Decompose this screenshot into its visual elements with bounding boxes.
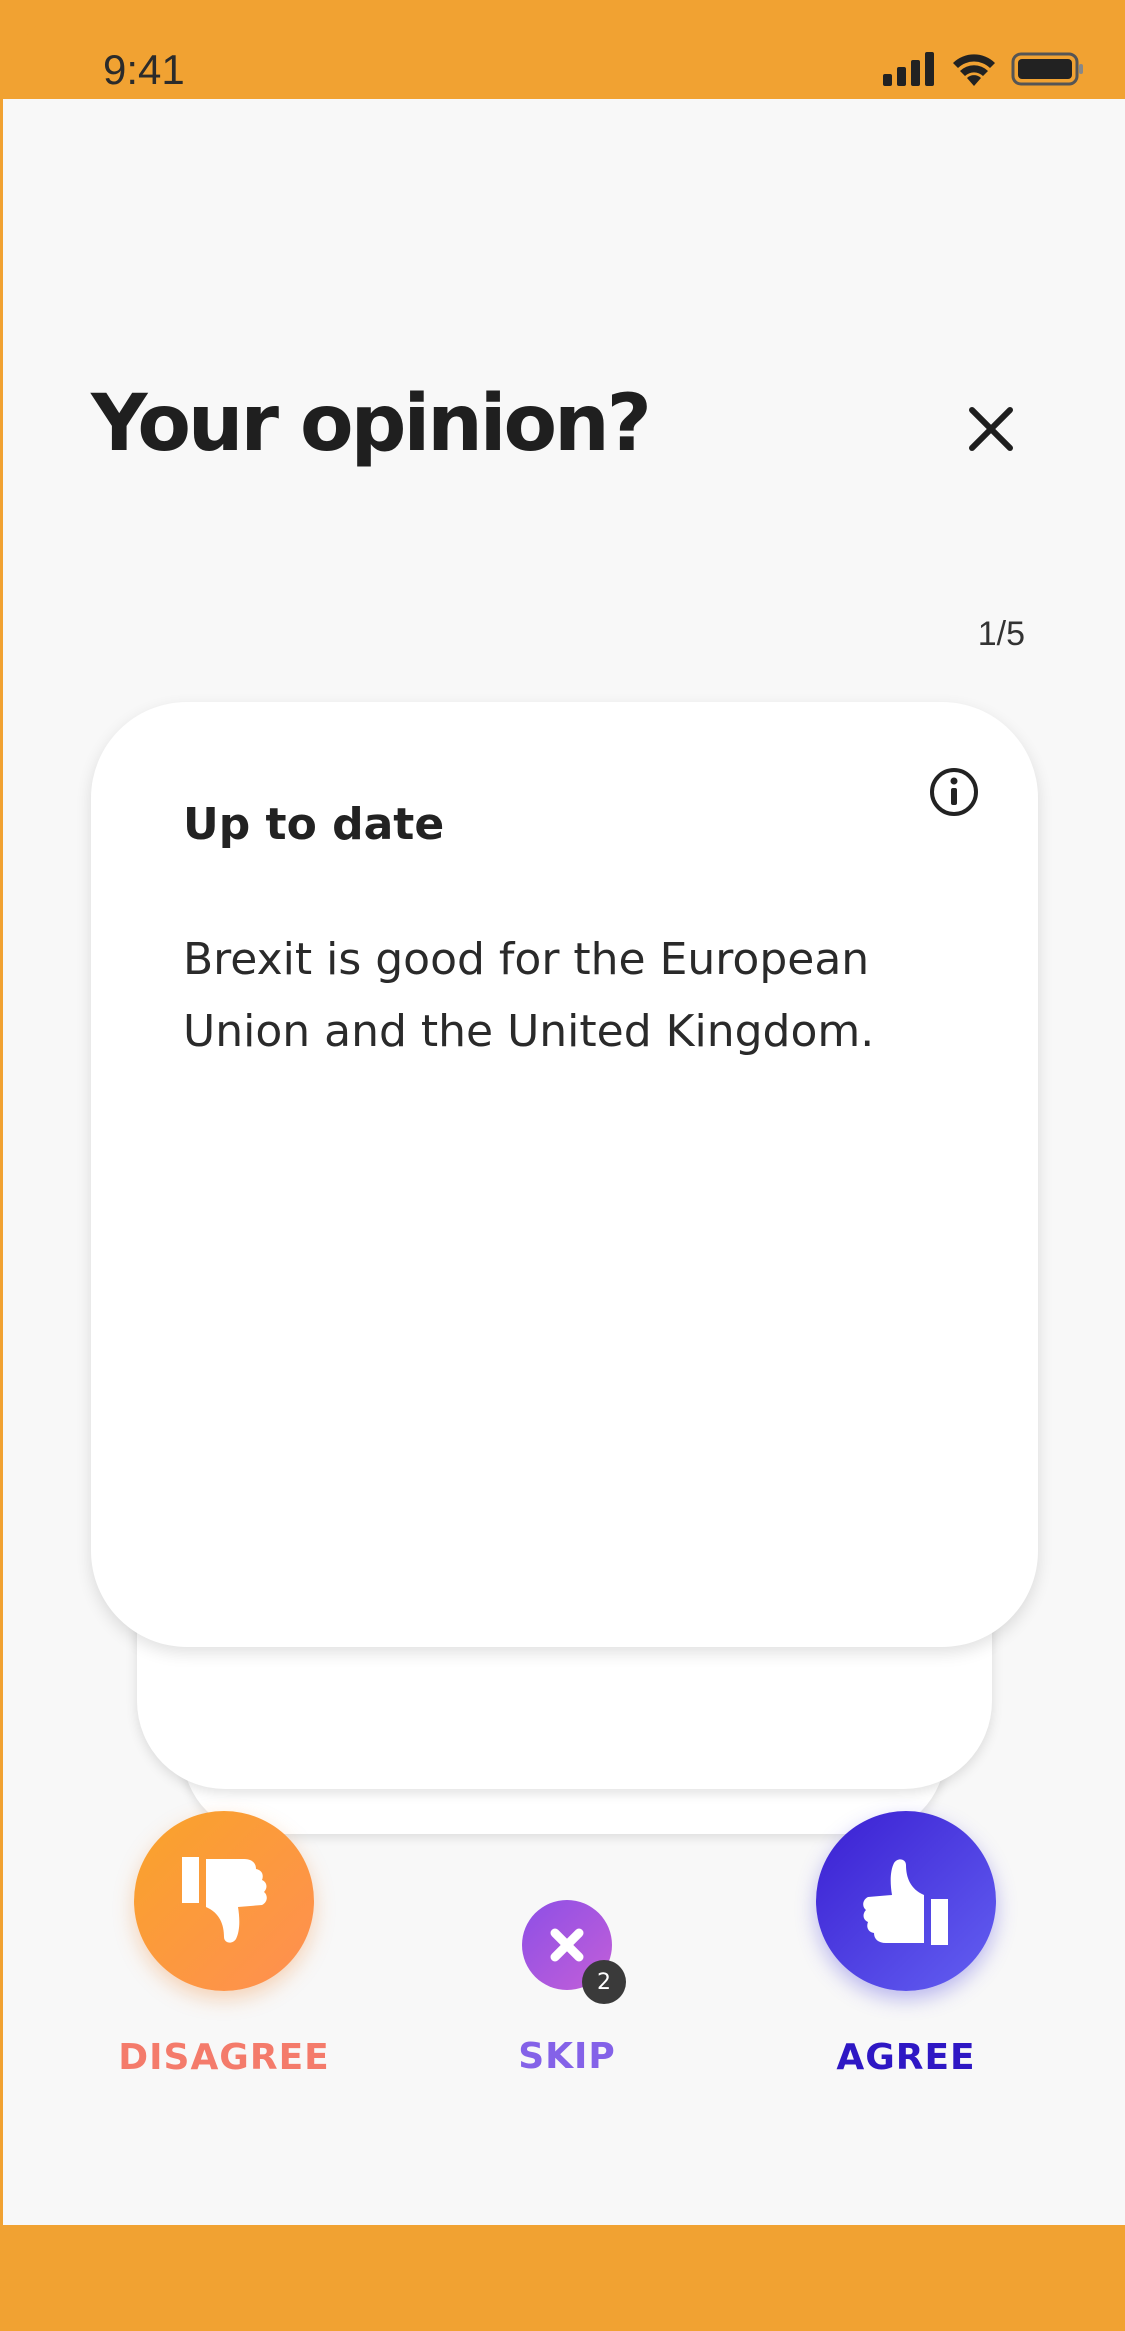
thumbs-down-icon <box>182 1857 267 1943</box>
info-icon <box>930 768 978 816</box>
disagree-button[interactable] <box>134 1811 314 1991</box>
close-button[interactable] <box>961 399 1021 459</box>
status-icons <box>883 52 1085 86</box>
page-title: Your opinion? <box>91 379 652 469</box>
thumbs-up-icon <box>863 1859 948 1945</box>
agree-button[interactable] <box>816 1811 996 1991</box>
card-statement: Brexit is good for the European Union an… <box>183 934 875 1057</box>
close-icon <box>969 407 1013 451</box>
skip-action: 2 SKIP <box>467 1900 667 2077</box>
question-counter: 1/5 <box>977 615 1025 653</box>
agree-action: AGREE <box>791 1811 1021 2078</box>
info-button[interactable] <box>928 766 980 822</box>
wifi-icon <box>953 54 995 86</box>
close-icon <box>550 1928 584 1962</box>
device-frame: 9:41 Your opinion? 1/5 Up to date Brexit… <box>3 0 1125 2331</box>
signal-icon <box>883 52 934 86</box>
battery-icon <box>1011 52 1083 86</box>
disagree-action: DISAGREE <box>109 1811 339 2078</box>
disagree-label: DISAGREE <box>118 2037 330 2078</box>
status-time: 9:41 <box>103 46 185 93</box>
skip-label: SKIP <box>518 2036 616 2077</box>
skip-button[interactable]: 2 <box>522 1900 626 2004</box>
skip-count-badge: 2 <box>582 1960 626 2004</box>
opinion-card[interactable]: Up to date Brexit is good for the Europe… <box>91 702 1038 1647</box>
screen: Your opinion? 1/5 Up to date Brexit is g… <box>3 99 1125 2225</box>
card-category: Up to date <box>183 799 445 850</box>
agree-label: AGREE <box>836 2037 976 2078</box>
